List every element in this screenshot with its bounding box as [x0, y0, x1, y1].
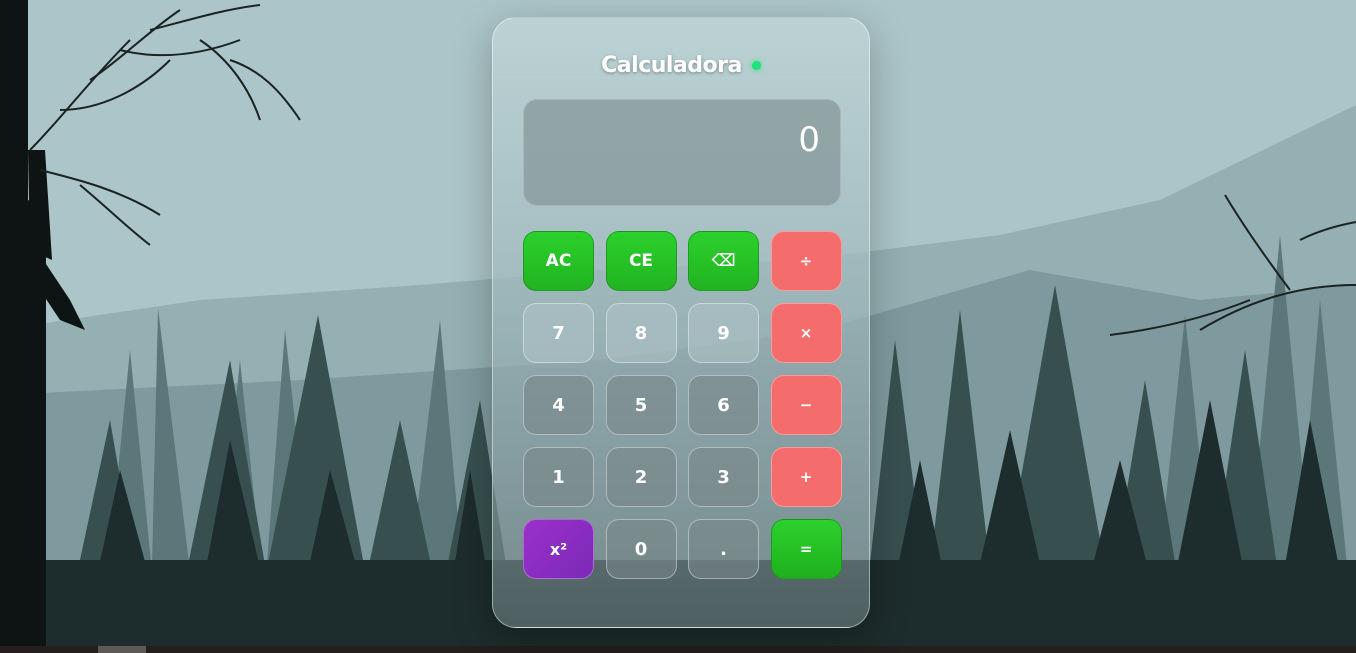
- scrollbar-thumb[interactable]: [98, 646, 146, 653]
- digit-9-button[interactable]: 9: [688, 303, 759, 363]
- digit-5-button[interactable]: 5: [605, 375, 677, 435]
- digit-8-button[interactable]: 8: [605, 303, 677, 363]
- divide-button[interactable]: ÷: [770, 231, 842, 291]
- digit-6-button[interactable]: 6: [688, 375, 759, 435]
- status-dot-icon: [751, 60, 761, 70]
- calculator-panel: Calculadora 0 AC CE ⌫ ÷ 7 8 9 × 4 5 6 − …: [492, 17, 870, 628]
- multiply-button[interactable]: ×: [770, 303, 842, 363]
- decimal-button[interactable]: .: [688, 519, 759, 579]
- calculator-title: Calculadora: [601, 52, 742, 78]
- minus-button[interactable]: −: [770, 375, 842, 435]
- digit-1-button[interactable]: 1: [523, 447, 594, 507]
- digit-4-button[interactable]: 4: [523, 375, 594, 435]
- ac-button[interactable]: AC: [523, 231, 594, 291]
- square-button[interactable]: x²: [523, 519, 594, 579]
- backspace-button[interactable]: ⌫: [688, 231, 759, 291]
- digit-0-button[interactable]: 0: [605, 519, 677, 579]
- bottom-scrollbar[interactable]: [0, 646, 1356, 653]
- keypad: AC CE ⌫ ÷ 7 8 9 × 4 5 6 − 1 2 3 + x² 0 .…: [523, 231, 843, 579]
- ce-button[interactable]: CE: [605, 231, 677, 291]
- display-value: 0: [798, 120, 820, 160]
- digit-2-button[interactable]: 2: [605, 447, 677, 507]
- digit-3-button[interactable]: 3: [688, 447, 759, 507]
- title-row: Calculadora: [493, 50, 869, 80]
- calculator-display: 0: [523, 99, 841, 206]
- digit-7-button[interactable]: 7: [523, 303, 594, 363]
- equals-button[interactable]: =: [770, 519, 842, 579]
- page: Calculadora 0 AC CE ⌫ ÷ 7 8 9 × 4 5 6 − …: [0, 0, 1356, 653]
- plus-button[interactable]: +: [770, 447, 842, 507]
